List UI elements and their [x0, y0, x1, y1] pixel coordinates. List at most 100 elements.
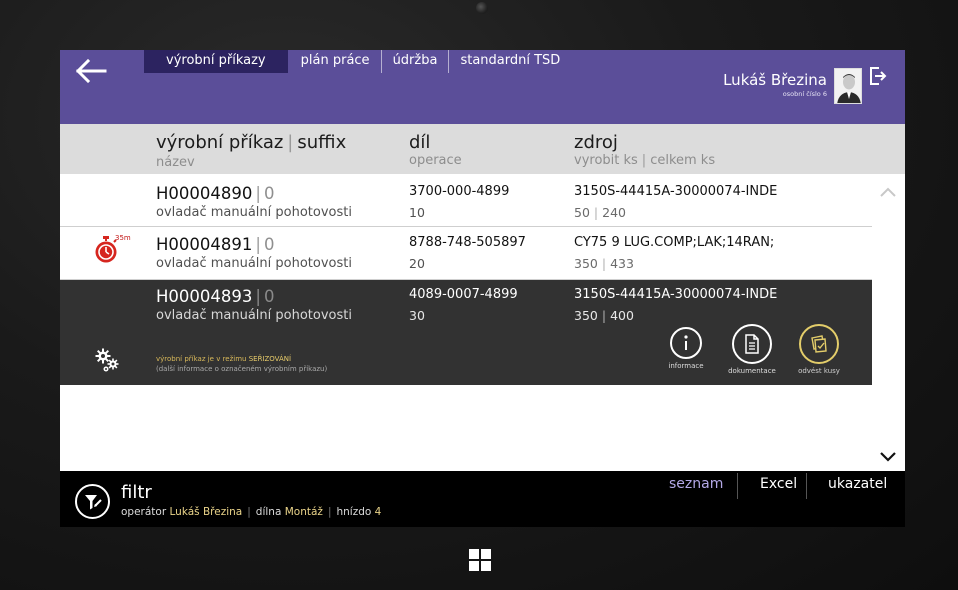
logout-icon[interactable] [869, 66, 887, 86]
user-name: Lukáš Březina [723, 71, 827, 89]
tab-standard-tsd[interactable]: standardní TSD [449, 50, 571, 73]
table-row[interactable]: H00004890 | 0 ovladač manuální pohotovosti… [60, 174, 872, 227]
mode-value: SEŘIZOVÁNÍ [248, 355, 292, 363]
source-code: CY75 9 LUG.COMP;LAK;14RAN; [574, 235, 775, 250]
order-cell: H00004893 | 0 [156, 287, 274, 306]
timer-label: 35m [115, 234, 131, 242]
documentation-button[interactable]: dokumentace [727, 324, 777, 375]
report-pieces-button[interactable]: odvést kusy [796, 324, 842, 375]
avatar[interactable] [834, 68, 862, 104]
filter-icon[interactable] [75, 484, 110, 519]
mode-info: (další informace o označeném výrobním př… [156, 365, 328, 373]
order-number: H00004890 [156, 184, 253, 203]
separator: | [327, 506, 332, 518]
device-camera [476, 2, 488, 14]
report-pieces-label: odvést kusy [798, 367, 840, 375]
operator-label: operátor [121, 506, 167, 518]
column-order-header[interactable]: výrobní příkaz | suffix [156, 132, 346, 153]
total-qty: 400 [610, 308, 634, 323]
divider [737, 473, 738, 499]
excel-button[interactable]: Excel [760, 476, 797, 492]
list-view-button[interactable]: seznam [669, 476, 723, 492]
part-number: 3700-000-4899 [409, 184, 510, 199]
column-total-label: celkem ks [650, 153, 716, 168]
order-cell: H00004891 | 0 [156, 235, 274, 254]
footer-bar: filtr operátor Lukáš Březina | dílna Montá… [60, 471, 905, 527]
order-description: ovladač manuální pohotovosti [156, 308, 352, 323]
documentation-button-label: dokumentace [728, 367, 776, 375]
table-row[interactable]: 35m H00004891 | 0 ovladač manuální pohotov… [60, 227, 872, 280]
order-description: ovladač manuální pohotovosti [156, 205, 352, 220]
document-icon [732, 324, 772, 364]
quantities: 50 | 240 [574, 205, 626, 220]
produce-qty: 350 [574, 256, 598, 271]
operation-number: 30 [409, 308, 425, 323]
order-suffix: 0 [263, 287, 275, 306]
divider [806, 473, 807, 499]
separator: | [255, 184, 261, 203]
column-suffix-label: suffix [297, 132, 347, 153]
nest-label: hnízdo [336, 506, 372, 518]
app-screen: výrobní příkazy plán práce údržba standa… [60, 50, 905, 527]
column-source-label[interactable]: zdroj [574, 132, 618, 153]
separator: | [641, 153, 647, 168]
mode-prefix: výrobní příkaz je v režimu [156, 355, 249, 363]
scroll-up-icon[interactable] [878, 184, 898, 198]
column-quantities: vyrobit ks | celkem ks [574, 153, 715, 168]
info-button[interactable]: informace [668, 327, 704, 370]
part-number: 8788-748-505897 [409, 235, 526, 250]
workshop-label: dílna [255, 506, 282, 518]
total-qty: 433 [610, 256, 634, 271]
separator: | [255, 287, 261, 306]
produce-qty: 350 [574, 308, 598, 323]
quantities: 350 | 400 [574, 308, 634, 323]
order-number: H00004891 [156, 235, 253, 254]
column-header: výrobní příkaz | suffix název díl operace … [60, 124, 905, 174]
part-number: 4089-0007-4899 [409, 287, 518, 302]
mode-status: výrobní příkaz je v režimu SEŘIZOVÁNÍ [156, 355, 291, 363]
tab-production-orders[interactable]: výrobní příkazy [144, 50, 288, 73]
order-number: H00004893 [156, 287, 253, 306]
table-row-selected[interactable]: H00004893 | 0 ovladač manuální pohotovosti… [60, 280, 872, 385]
filter-title[interactable]: filtr [121, 482, 152, 503]
source-code: 3150S-44415A-30000074-INDE [574, 287, 778, 302]
nest-value: 4 [374, 506, 382, 518]
app-header: výrobní příkazy plán práce údržba standa… [60, 50, 905, 124]
operation-number: 10 [409, 205, 425, 220]
separator: | [601, 256, 607, 271]
column-part-label[interactable]: díl [409, 132, 430, 153]
windows-logo-icon[interactable] [469, 549, 491, 571]
separator: | [601, 308, 607, 323]
separator: | [247, 506, 251, 518]
separator: | [255, 235, 261, 254]
separator: | [593, 205, 599, 220]
tab-work-plan[interactable]: plán práce [290, 50, 382, 73]
separator: | [287, 132, 294, 153]
workshop-value: Montáž [284, 506, 323, 518]
tab-maintenance[interactable]: údržba [382, 50, 450, 73]
main-tabs: výrobní příkazy plán práce údržba standa… [144, 50, 571, 73]
quantities: 350 | 433 [574, 256, 634, 271]
user-personal-number: osobní číslo 6 [782, 90, 827, 98]
source-code: 3150S-44415A-30000074-INDE [574, 184, 778, 199]
cards-icon [799, 324, 839, 364]
indicator-button[interactable]: ukazatel [828, 476, 887, 492]
column-produce-label: vyrobit ks [574, 153, 638, 168]
column-order-label: výrobní příkaz [156, 132, 284, 153]
order-cell: H00004890 | 0 [156, 184, 274, 203]
column-name-label: název [156, 155, 195, 170]
scroll-down-icon[interactable] [878, 448, 898, 462]
column-operation-label: operace [409, 153, 462, 168]
info-icon [670, 327, 702, 359]
back-arrow-icon[interactable] [74, 58, 108, 84]
operator-value: Lukáš Březina [169, 506, 243, 518]
total-qty: 240 [602, 205, 626, 220]
order-suffix: 0 [263, 184, 275, 203]
gears-icon [94, 347, 120, 373]
operation-number: 20 [409, 256, 425, 271]
order-suffix: 0 [263, 235, 275, 254]
filter-summary: operátor Lukáš Březina | dílna Montáž | hníz… [121, 506, 381, 518]
info-button-label: informace [668, 362, 704, 370]
order-description: ovladač manuální pohotovosti [156, 256, 352, 271]
produce-qty: 50 [574, 205, 590, 220]
